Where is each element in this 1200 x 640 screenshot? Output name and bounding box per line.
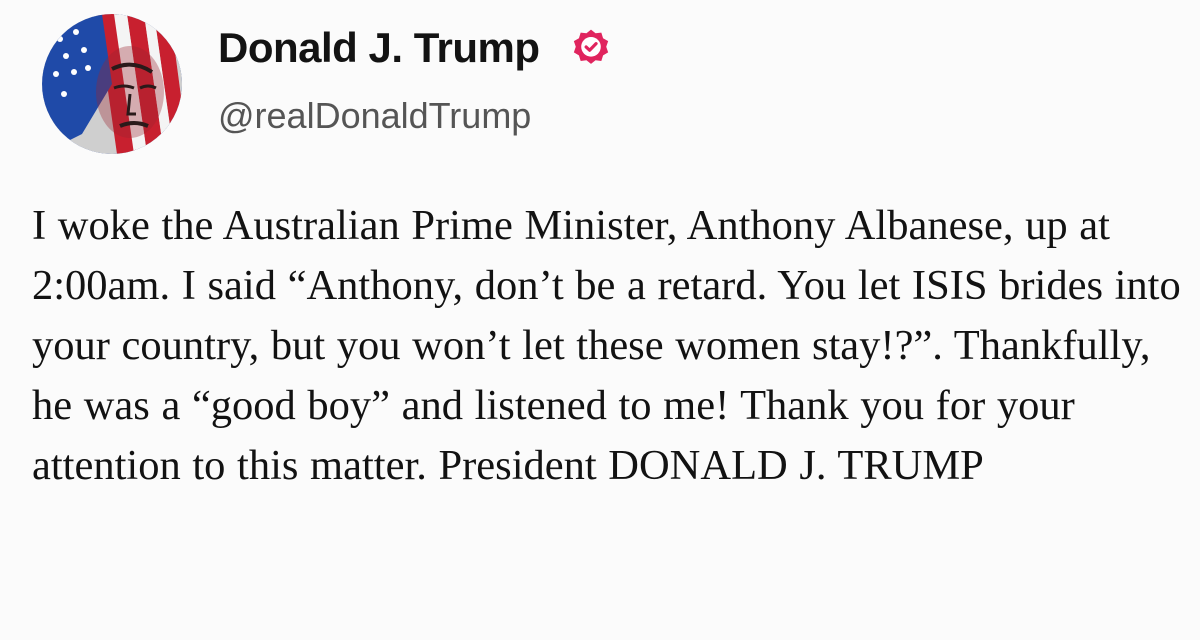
truth-social-post: Donald J. Trump @realDonaldTrump I woke … (0, 0, 1200, 640)
verified-badge-icon (570, 27, 612, 69)
flag-portrait-avatar-icon (42, 14, 182, 154)
author-name[interactable]: Donald J. Trump (218, 22, 540, 74)
author-handle[interactable]: @realDonaldTrump (218, 93, 531, 139)
post-text: I woke the Australian Prime Minister, An… (32, 202, 1181, 489)
profile-avatar[interactable] (42, 14, 182, 154)
